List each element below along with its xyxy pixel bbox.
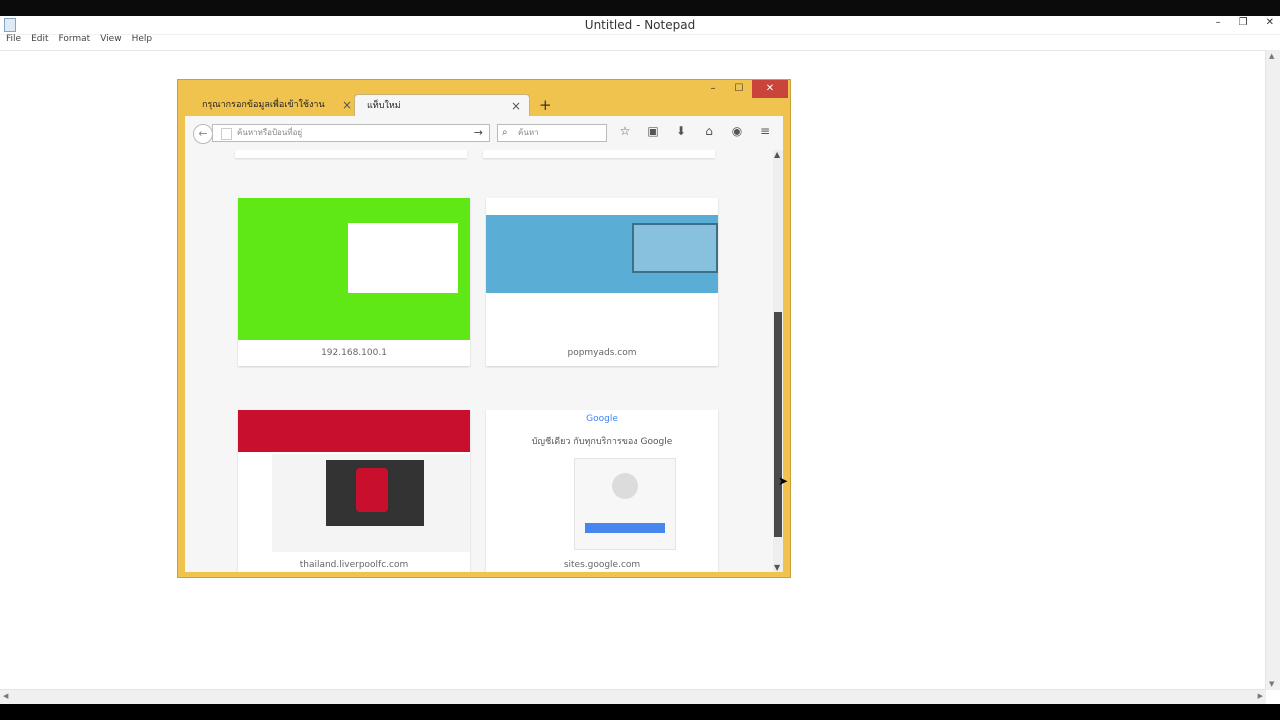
scroll-down-icon[interactable]: ▼ <box>774 563 780 572</box>
navigation-toolbar: ← ค้นหาหรือป้อนที่อยู่ → ⌕ ค้นหา ☆ ▣ ⬇ ⌂… <box>185 116 783 151</box>
home-icon[interactable]: ⌂ <box>701 124 717 138</box>
close-icon[interactable]: ✕ <box>1266 17 1274 28</box>
tile-caption: 192.168.100.1 <box>321 348 387 358</box>
go-arrow-icon[interactable]: → <box>474 125 483 141</box>
tile-partial <box>483 150 715 158</box>
scroll-up-icon[interactable]: ▲ <box>1269 52 1274 60</box>
notepad-vertical-scrollbar[interactable]: ▲ ▼ <box>1265 50 1280 690</box>
google-signin-box <box>574 458 676 550</box>
mouse-cursor-icon: ➤ <box>778 474 789 488</box>
top-black-bar <box>0 0 1280 16</box>
scroll-right-icon[interactable]: ▶ <box>1258 692 1263 700</box>
menu-format[interactable]: Format <box>59 34 91 50</box>
firefox-window-controls: – ☐ ✕ <box>700 80 788 98</box>
notepad-horizontal-scrollbar[interactable]: ◀ ▶ <box>0 689 1266 704</box>
notepad-window-controls: – ❐ ✕ <box>1216 17 1274 28</box>
search-icon: ⌕ <box>502 127 508 138</box>
login-card <box>348 223 458 293</box>
notepad-title: Untitled - Notepad <box>584 18 696 32</box>
tab-login[interactable]: กรุณากรอกข้อมูลเพื่อเข้าใช้งาน × <box>190 94 360 116</box>
scroll-up-icon[interactable]: ▲ <box>774 150 780 159</box>
ff-minimize-icon[interactable]: – <box>700 80 726 98</box>
google-heading: บัญชีเดียว กับทุกบริการของ Google <box>531 437 673 447</box>
tile-router[interactable]: 192.168.100.1 <box>238 198 470 366</box>
tab-close-icon[interactable]: × <box>511 95 521 117</box>
tile-caption: sites.google.com <box>563 560 641 570</box>
toolbar-icons: ☆ ▣ ⬇ ⌂ ◉ ≡ <box>617 124 773 138</box>
bookmark-star-icon[interactable]: ☆ <box>617 124 633 138</box>
download-icon[interactable]: ⬇ <box>673 124 689 138</box>
bookmarks-list-icon[interactable]: ▣ <box>645 124 661 138</box>
menu-hamburger-icon[interactable]: ≡ <box>757 124 773 138</box>
firefox-vertical-scrollbar[interactable]: ▲ ▼ <box>773 150 783 572</box>
url-bar[interactable]: ค้นหาหรือป้อนที่อยู่ → <box>212 124 490 142</box>
search-box[interactable]: ⌕ ค้นหา <box>497 124 607 142</box>
tab-new-tab[interactable]: แท็บใหม่ × <box>354 94 530 116</box>
thumbnail-header <box>486 198 718 215</box>
menu-edit[interactable]: Edit <box>31 34 48 50</box>
thumbnail-router <box>238 198 470 340</box>
menu-file[interactable]: File <box>6 34 21 50</box>
restore-icon[interactable]: ❐ <box>1239 17 1248 28</box>
liverpool-hero-image <box>326 460 424 526</box>
google-logo: Google <box>586 414 618 424</box>
new-tab-plus-icon[interactable]: + <box>539 96 552 114</box>
scroll-down-icon[interactable]: ▼ <box>1269 680 1274 688</box>
tile-liverpool[interactable]: thailand.liverpoolfc.com <box>238 410 470 572</box>
ff-maximize-icon[interactable]: ☐ <box>726 80 752 98</box>
tile-popmyads[interactable]: popmyads.com <box>486 198 718 366</box>
menu-help[interactable]: Help <box>132 34 153 50</box>
tile-google-sites[interactable]: Google บัญชีเดียว กับทุกบริการของ Google… <box>486 410 718 572</box>
scroll-thumb[interactable] <box>774 312 782 537</box>
tile-caption: thailand.liverpoolfc.com <box>299 560 409 570</box>
menu-view[interactable]: View <box>100 34 121 50</box>
thumbnail-popmyads <box>486 215 718 293</box>
search-placeholder: ค้นหา <box>518 128 539 137</box>
tab-label: กรุณากรอกข้อมูลเพื่อเข้าใช้งาน <box>202 100 325 110</box>
liverpool-crest-icon <box>356 468 388 512</box>
tab-close-icon[interactable]: × <box>342 94 352 116</box>
firefox-window: – ☐ ✕ กรุณากรอกข้อมูลเพื่อเข้าใช้งาน × แ… <box>177 79 791 578</box>
tile-partial <box>235 150 467 158</box>
page-icon <box>221 128 232 140</box>
tile-caption: popmyads.com <box>567 348 637 358</box>
minimize-icon[interactable]: – <box>1216 17 1221 28</box>
avatar-icon <box>612 473 638 499</box>
new-tab-page: 192.168.100.1 popmyads.com thailand.live… <box>185 150 783 572</box>
url-placeholder: ค้นหาหรือป้อนที่อยู่ <box>237 128 303 137</box>
signin-button <box>585 523 665 533</box>
thumbnail-liverpool <box>238 410 470 452</box>
back-arrow-icon[interactable]: ← <box>193 124 213 144</box>
laptop-image <box>632 223 718 273</box>
tab-label: แท็บใหม่ <box>367 101 401 111</box>
scroll-left-icon[interactable]: ◀ <box>3 692 8 700</box>
notepad-titlebar: Untitled - Notepad – ❐ ✕ <box>0 16 1280 35</box>
ff-close-icon[interactable]: ✕ <box>752 80 788 98</box>
chat-icon[interactable]: ◉ <box>729 124 745 138</box>
notepad-menubar: File Edit Format View Help <box>0 34 152 50</box>
